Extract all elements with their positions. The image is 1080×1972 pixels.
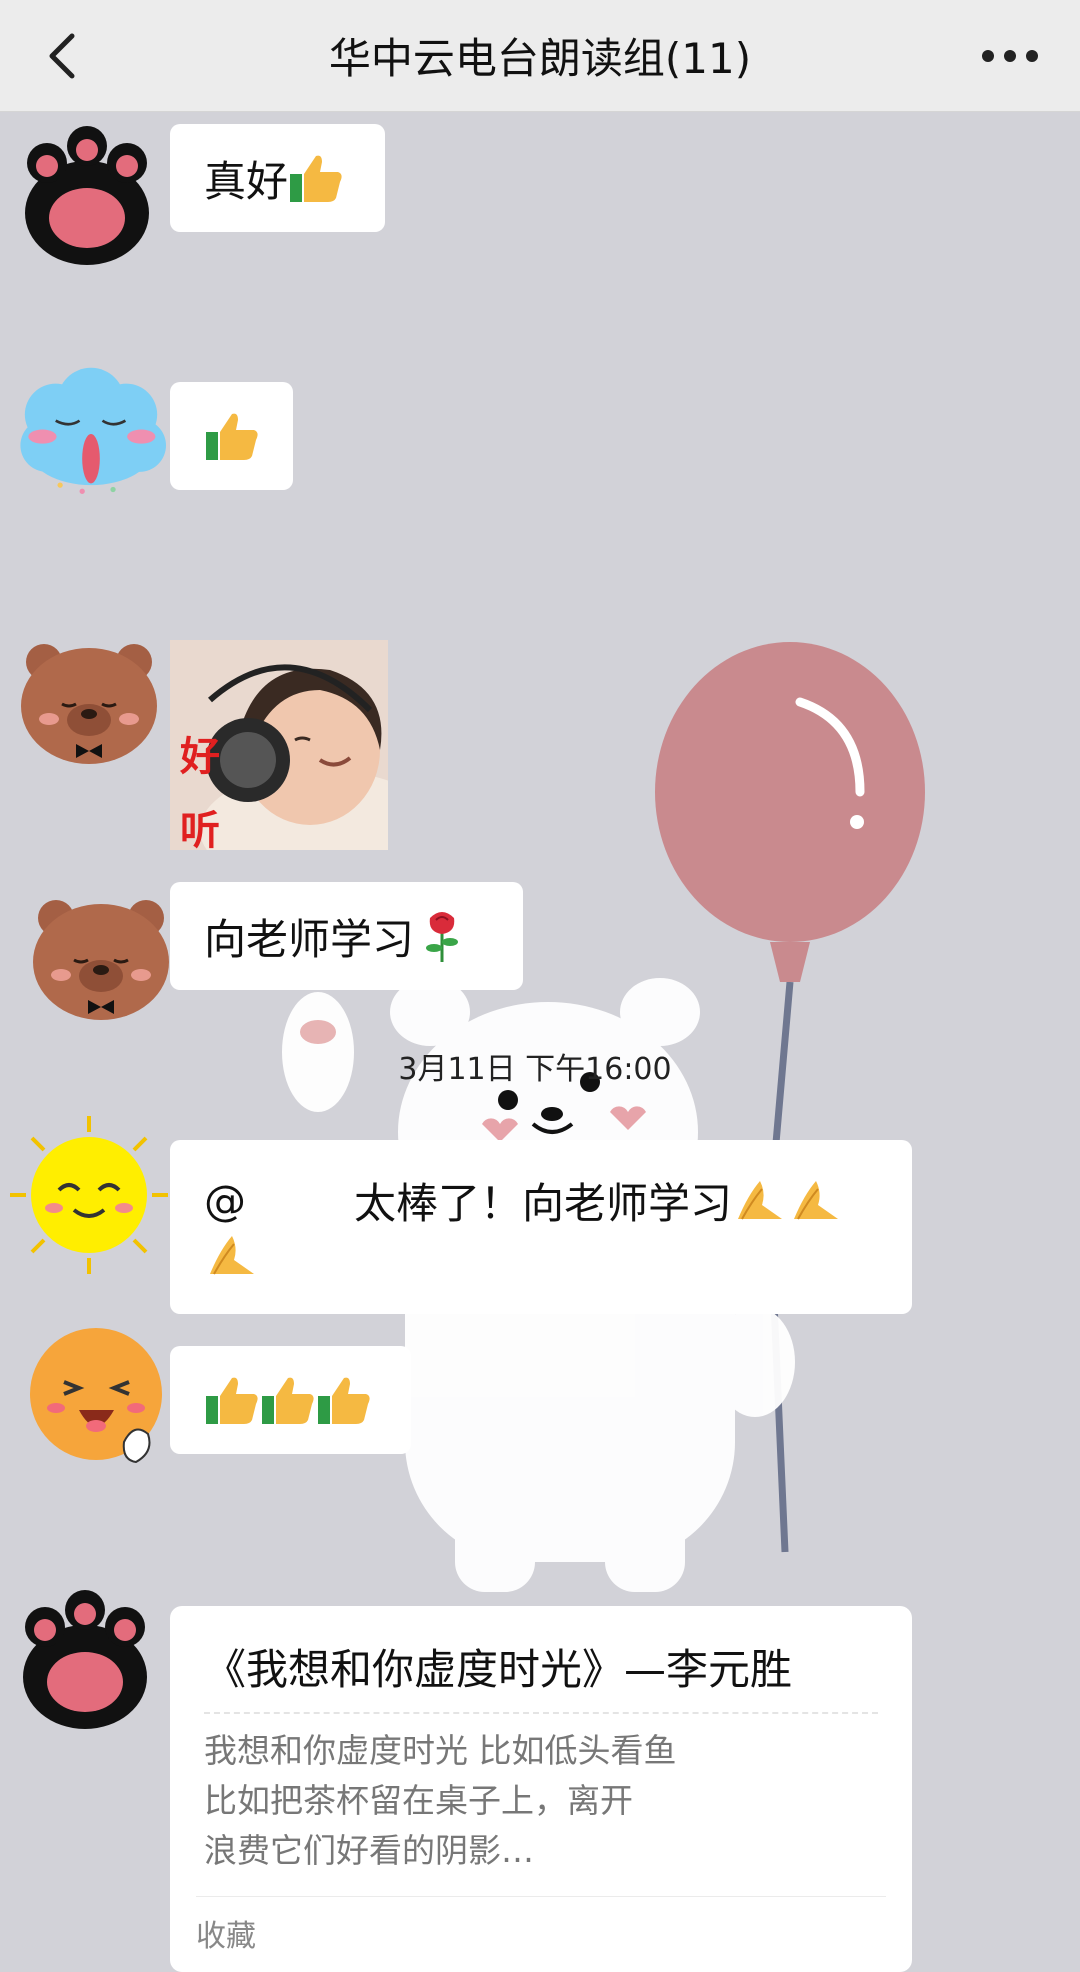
praying-hands-icon bbox=[794, 1181, 839, 1220]
avatar[interactable] bbox=[24, 1322, 174, 1472]
praying-hands-icon bbox=[738, 1181, 783, 1220]
sticker-caption: 好 听 bbox=[180, 734, 220, 850]
avatar[interactable] bbox=[6, 366, 176, 516]
message-text: 真好 bbox=[204, 156, 289, 206]
chat-header: 华中云电台朗读组(11) bbox=[0, 0, 1080, 112]
avatar[interactable] bbox=[12, 118, 162, 268]
mention-text[interactable]: @ bbox=[204, 1176, 354, 1225]
share-card-source: 收藏 bbox=[196, 1896, 886, 1955]
more-button[interactable] bbox=[970, 24, 1050, 88]
chat-title: 华中云电台朗读组(11) bbox=[328, 34, 752, 83]
message-bubble[interactable]: @ 太棒了！向老师学习 bbox=[170, 1140, 912, 1314]
avatar[interactable] bbox=[14, 624, 164, 774]
thumbs-up-icon bbox=[206, 413, 258, 460]
praying-hands-icon bbox=[210, 1236, 254, 1275]
thumbs-up-icon bbox=[290, 155, 342, 202]
message-text: 向老师学习 bbox=[204, 914, 415, 964]
thumbs-up-icon bbox=[262, 1377, 314, 1424]
thumbs-up-icon bbox=[318, 1377, 370, 1424]
thumbs-up-icon bbox=[206, 1377, 258, 1424]
message-bubble[interactable]: 向老师学习 bbox=[170, 882, 523, 990]
sticker-message[interactable]: 好 听 bbox=[170, 640, 388, 850]
avatar[interactable] bbox=[10, 1582, 160, 1732]
avatar[interactable] bbox=[26, 880, 176, 1030]
share-card-title: 《我想和你虚度时光》—李元胜 bbox=[204, 1645, 793, 1694]
back-button[interactable] bbox=[30, 24, 94, 88]
chat-timestamp: 3月11日 下午16:00 bbox=[398, 1052, 672, 1087]
more-icon bbox=[982, 50, 1038, 62]
share-card[interactable]: 《我想和你虚度时光》—李元胜 我想和你虚度时光 比如低头看鱼 比如把茶杯留在桌子… bbox=[170, 1606, 912, 1972]
back-icon bbox=[49, 33, 75, 79]
share-card-excerpt: 我想和你虚度时光 比如低头看鱼 比如把茶杯留在桌子上，离开 浪费它们好看的阴影… bbox=[204, 1731, 677, 1870]
rose-icon bbox=[426, 912, 459, 962]
message-bubble[interactable] bbox=[170, 382, 293, 490]
message-bubble[interactable] bbox=[170, 1346, 411, 1454]
message-bubble[interactable]: 真好 bbox=[170, 124, 385, 232]
avatar[interactable] bbox=[4, 1110, 174, 1280]
divider bbox=[204, 1712, 878, 1714]
message-text: 太棒了！向老师学习 bbox=[354, 1178, 733, 1228]
